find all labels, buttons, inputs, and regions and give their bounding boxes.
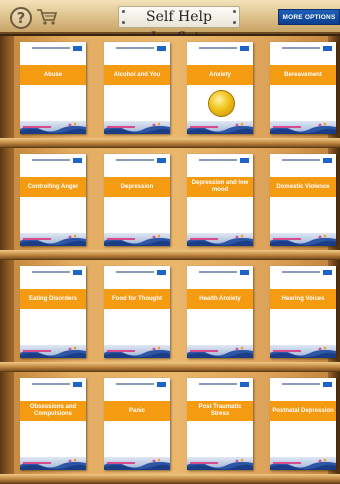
nhs-logo [199, 382, 249, 387]
nhs-logo [282, 46, 332, 51]
leaflet-title: Controlling Anger [20, 177, 86, 197]
leaflet-title: Obsessions and Compulsions [20, 401, 86, 421]
leaflet-footer-text [273, 462, 301, 464]
leaflet-title: Food for Thought [104, 289, 170, 309]
shelf-side-left [0, 372, 14, 484]
leaflet-card[interactable]: Health Anxiety [187, 266, 253, 358]
leaflet-card[interactable]: Obsessions and Compulsions [20, 378, 86, 470]
nhs-logo [116, 382, 166, 387]
nhs-logo [32, 158, 82, 163]
leaflet-footer-text [107, 350, 135, 352]
leaflet-footer-text [190, 238, 218, 240]
leaflet-card[interactable]: Anxiety [187, 42, 253, 134]
cart-icon[interactable] [36, 8, 58, 26]
nhs-logo [116, 270, 166, 275]
leaflet-title: Anxiety [187, 65, 253, 85]
leaflet-footer-text [23, 126, 51, 128]
leaflet-card[interactable]: Eating Disorders [20, 266, 86, 358]
nhs-logo [32, 46, 82, 51]
shelf-row: Controlling Anger Depression Depression an… [0, 148, 340, 260]
leaflet-title: Eating Disorders [20, 289, 86, 309]
top-bar: ? Self Help Leaflets MORE OPTIONS [0, 0, 340, 46]
leaflet-footer-text [23, 350, 51, 352]
shelf-plank [0, 250, 340, 260]
shelf-plank [0, 138, 340, 148]
leaflet-footer-text [23, 238, 51, 240]
leaflet-footer-text [107, 462, 135, 464]
award-seal-icon [208, 90, 235, 117]
leaflet-title: Hearing Voices [270, 289, 336, 309]
shelf-row: Obsessions and Compulsions Panic Post Trau… [0, 372, 340, 484]
shelf-plank [0, 474, 340, 484]
leaflet-card[interactable]: Hearing Voices [270, 266, 336, 358]
leaflet-footer-text [273, 238, 301, 240]
shelf-row: Eating Disorders Food for Thought Health A… [0, 260, 340, 372]
nhs-logo [282, 382, 332, 387]
nhs-logo [199, 158, 249, 163]
leaflet-card[interactable]: Post Traumatic Stress [187, 378, 253, 470]
leaflet-footer-text [107, 238, 135, 240]
nhs-logo [199, 270, 249, 275]
nhs-logo [116, 46, 166, 51]
leaflet-card[interactable]: Controlling Anger [20, 154, 86, 246]
nhs-logo [116, 158, 166, 163]
leaflet-title: Health Anxiety [187, 289, 253, 309]
shelf-side-left [0, 148, 14, 260]
leaflet-title: Abuse [20, 65, 86, 85]
leaflet-title: Panic [104, 401, 170, 421]
nhs-logo [282, 270, 332, 275]
shelf-row: Abuse Alcohol and You Anxiety Bereavement [0, 36, 340, 148]
shelf-side-left [0, 36, 14, 148]
nhs-logo [32, 270, 82, 275]
bookshelf: Abuse Alcohol and You Anxiety Bereavement Co… [0, 36, 340, 484]
leaflet-card[interactable]: Domestic Violence [270, 154, 336, 246]
leaflet-title: Post Traumatic Stress [187, 401, 253, 421]
leaflet-footer-text [23, 462, 51, 464]
leaflet-title: Postnatal Depression [270, 401, 336, 421]
leaflet-title: Bereavement [270, 65, 336, 85]
nhs-logo [32, 382, 82, 387]
shelf-side-left [0, 260, 14, 372]
page-title-plaque: Self Help Leaflets [118, 6, 240, 46]
app-window: ? Self Help Leaflets MORE OPTIONS AbuseA… [0, 0, 340, 484]
leaflet-footer-text [273, 126, 301, 128]
leaflet-footer-text [190, 126, 218, 128]
nhs-logo [282, 158, 332, 163]
leaflet-footer-text [190, 462, 218, 464]
leaflet-card[interactable]: Depression [104, 154, 170, 246]
leaflet-card[interactable]: Food for Thought [104, 266, 170, 358]
leaflet-title: Alcohol and You [104, 65, 170, 85]
help-icon[interactable]: ? [10, 7, 32, 29]
more-options-button[interactable]: MORE OPTIONS [278, 9, 340, 25]
leaflet-title: Domestic Violence [270, 177, 336, 197]
leaflet-card[interactable]: Abuse [20, 42, 86, 134]
shelf-plank [0, 362, 340, 372]
leaflet-footer-text [107, 126, 135, 128]
leaflet-card[interactable]: Postnatal Depression [270, 378, 336, 470]
leaflet-title: Depression and low mood [187, 177, 253, 197]
leaflet-footer-text [190, 350, 218, 352]
leaflet-card[interactable]: Alcohol and You [104, 42, 170, 134]
leaflet-card[interactable]: Depression and low mood [187, 154, 253, 246]
nhs-logo [199, 46, 249, 51]
leaflet-title: Depression [104, 177, 170, 197]
leaflet-card[interactable]: Panic [104, 378, 170, 470]
leaflet-footer-text [273, 350, 301, 352]
leaflet-card[interactable]: Bereavement [270, 42, 336, 134]
